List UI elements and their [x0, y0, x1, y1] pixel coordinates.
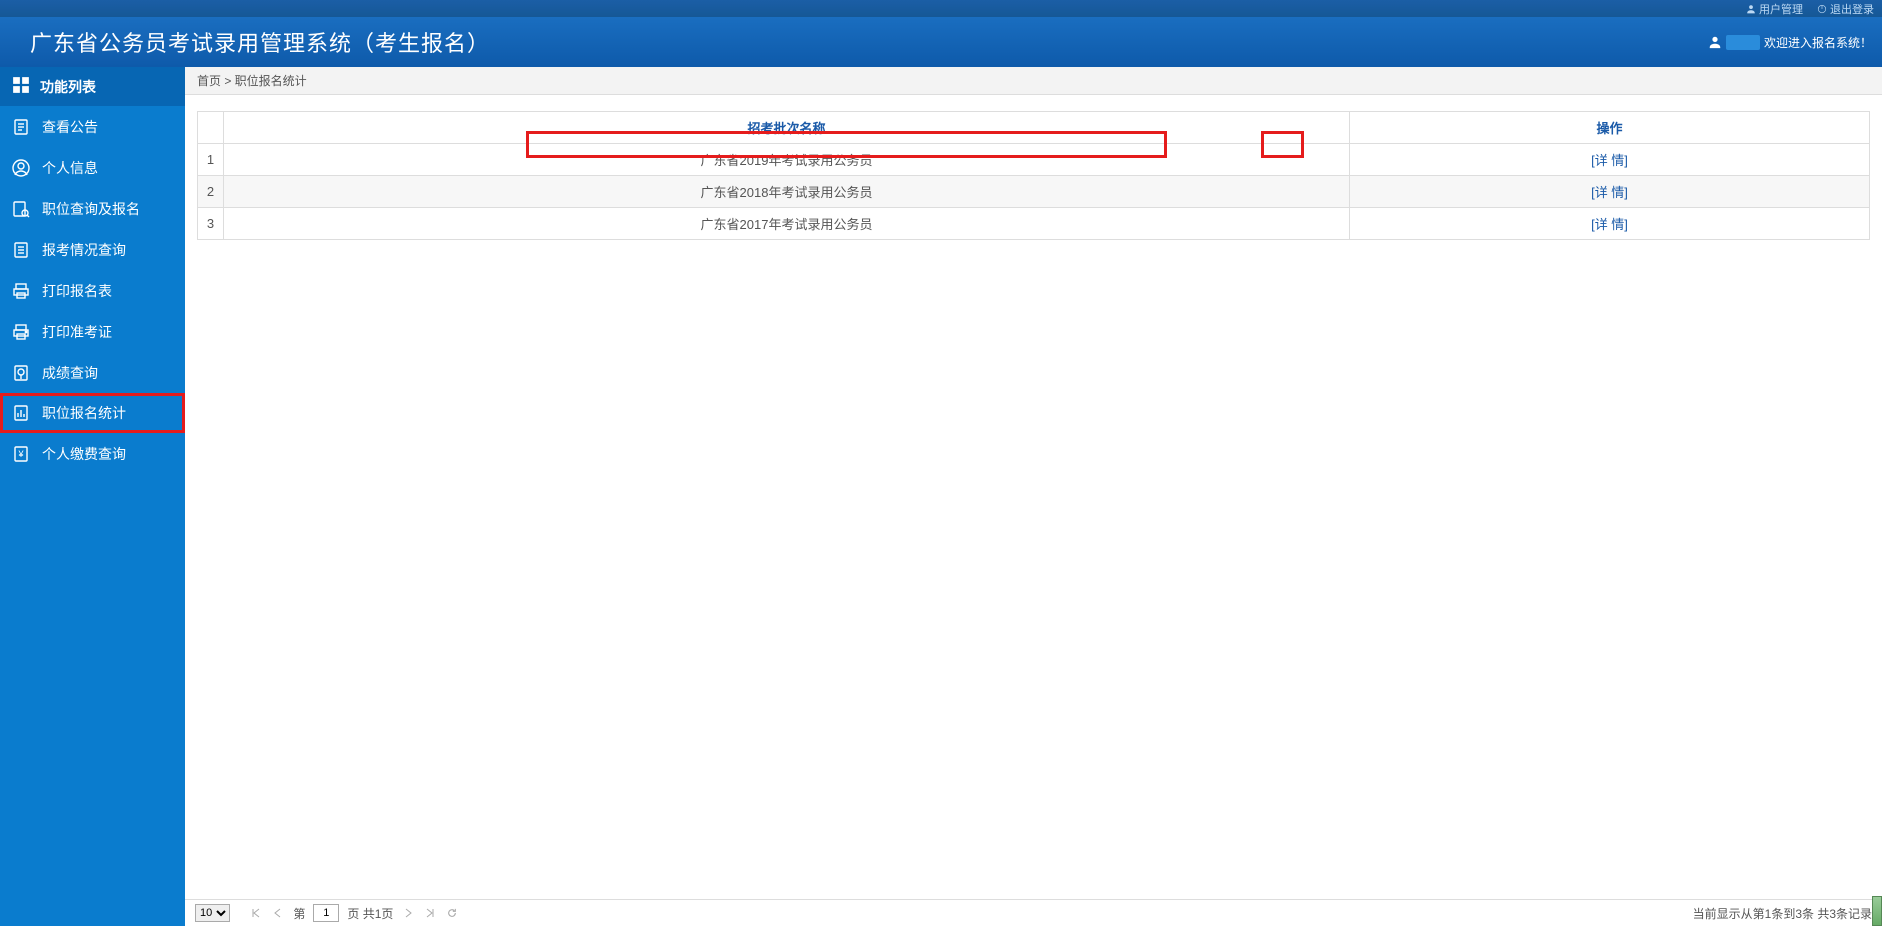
page-size-select[interactable]: 10 [195, 904, 230, 922]
sidebar-header-label: 功能列表 [40, 77, 96, 97]
pagination-bar: 10 第 页 共1页 当前显示从第1条到3条 共3条记录 [185, 899, 1882, 926]
sidebar-item-position-search[interactable]: 职位查询及报名 [0, 188, 185, 229]
document-icon [12, 118, 30, 136]
refresh-button[interactable] [445, 906, 459, 920]
sidebar-item-label: 打印报名表 [42, 281, 112, 301]
sidebar-item-payment-query[interactable]: ¥ 个人缴费查询 [0, 433, 185, 474]
main-header: 广东省公务员考试录用管理系统（考生报名） 欢迎进入报名系统！ [0, 17, 1882, 67]
detail-link[interactable]: [详 情] [1591, 153, 1628, 168]
power-icon [1817, 4, 1827, 14]
col-header-action: 操作 [1350, 112, 1870, 144]
sidebar-item-label: 报考情况查询 [42, 240, 126, 260]
row-index: 1 [198, 144, 224, 176]
payment-icon: ¥ [12, 445, 30, 463]
sidebar-header: 功能列表 [0, 67, 185, 106]
sidebar-item-position-stats[interactable]: 职位报名统计 [0, 393, 185, 433]
printer-icon [12, 323, 30, 341]
user-management-link[interactable]: 用户管理 [1746, 1, 1803, 17]
page-input[interactable] [313, 904, 339, 922]
next-page-button[interactable] [401, 906, 415, 920]
welcome-block: 欢迎进入报名系统！ [1708, 34, 1872, 51]
sidebar-item-label: 成绩查询 [42, 363, 98, 383]
top-utility-bar: 用户管理 退出登录 [0, 0, 1882, 17]
sidebar-item-label: 个人缴费查询 [42, 444, 126, 464]
user-circle-icon [12, 159, 30, 177]
score-icon [12, 364, 30, 382]
sidebar-item-label: 职位查询及报名 [42, 199, 140, 219]
row-name: 广东省2017年考试录用公务员 [224, 208, 1350, 240]
user-badge [1726, 35, 1760, 50]
sidebar-item-score-query[interactable]: 成绩查询 [0, 352, 185, 393]
row-index: 2 [198, 176, 224, 208]
breadcrumb-text: 首页 > 职位报名统计 [197, 74, 307, 88]
row-name: 广东省2018年考试录用公务员 [224, 176, 1350, 208]
col-header-index [198, 112, 224, 144]
user-icon [1746, 4, 1756, 14]
first-page-button[interactable] [249, 906, 263, 920]
sidebar-item-print-admission[interactable]: 打印准考证 [0, 311, 185, 352]
user-management-label: 用户管理 [1759, 1, 1803, 17]
last-page-button[interactable] [423, 906, 437, 920]
sidebar-item-label: 查看公告 [42, 117, 98, 137]
sidebar: 功能列表 查看公告 个人信息 职位查询及报名 报考情况查询 打印报名表 打印准考… [0, 67, 185, 926]
col-header-name: 招考批次名称 [224, 112, 1350, 144]
search-doc-icon [12, 200, 30, 218]
table-row: 2 广东省2018年考试录用公务员 [详 情] [198, 176, 1870, 208]
svg-text:¥: ¥ [17, 449, 24, 459]
sidebar-item-application-status[interactable]: 报考情况查询 [0, 229, 185, 270]
page-prefix: 第 [293, 905, 305, 922]
welcome-text: 欢迎进入报名系统！ [1764, 34, 1872, 51]
stats-icon [12, 404, 30, 422]
table-row: 1 广东省2019年考试录用公务员 [详 情] [198, 144, 1870, 176]
row-index: 3 [198, 208, 224, 240]
content-area: 招考批次名称 操作 1 广东省2019年考试录用公务员 [详 情] 2 广东省2… [185, 95, 1882, 899]
list-icon [12, 241, 30, 259]
app-title: 广东省公务员考试录用管理系统（考生报名） [30, 26, 490, 58]
logout-label: 退出登录 [1830, 1, 1874, 17]
sidebar-item-label: 个人信息 [42, 158, 98, 178]
breadcrumb: 首页 > 职位报名统计 [185, 67, 1882, 95]
sidebar-item-print-form[interactable]: 打印报名表 [0, 270, 185, 311]
sidebar-item-announcement[interactable]: 查看公告 [0, 106, 185, 147]
print-icon [12, 282, 30, 300]
sidebar-item-label: 打印准考证 [42, 322, 112, 342]
prev-page-button[interactable] [271, 906, 285, 920]
main-panel: 首页 > 职位报名统计 招考批次名称 操作 1 广东省2019年考试录用公务员 … [185, 67, 1882, 926]
record-summary: 当前显示从第1条到3条 共3条记录 [1693, 905, 1872, 922]
detail-link[interactable]: [详 情] [1591, 185, 1628, 200]
row-name: 广东省2019年考试录用公务员 [224, 144, 1350, 176]
batch-table: 招考批次名称 操作 1 广东省2019年考试录用公务员 [详 情] 2 广东省2… [197, 111, 1870, 240]
detail-link[interactable]: [详 情] [1591, 217, 1628, 232]
sidebar-item-label: 职位报名统计 [42, 403, 126, 423]
scroll-indicator[interactable] [1872, 896, 1882, 926]
sidebar-item-personal-info[interactable]: 个人信息 [0, 147, 185, 188]
avatar-icon [1708, 35, 1722, 49]
table-row: 3 广东省2017年考试录用公务员 [详 情] [198, 208, 1870, 240]
grid-icon [12, 76, 30, 97]
page-suffix: 页 共1页 [347, 905, 393, 922]
logout-link[interactable]: 退出登录 [1817, 1, 1874, 17]
